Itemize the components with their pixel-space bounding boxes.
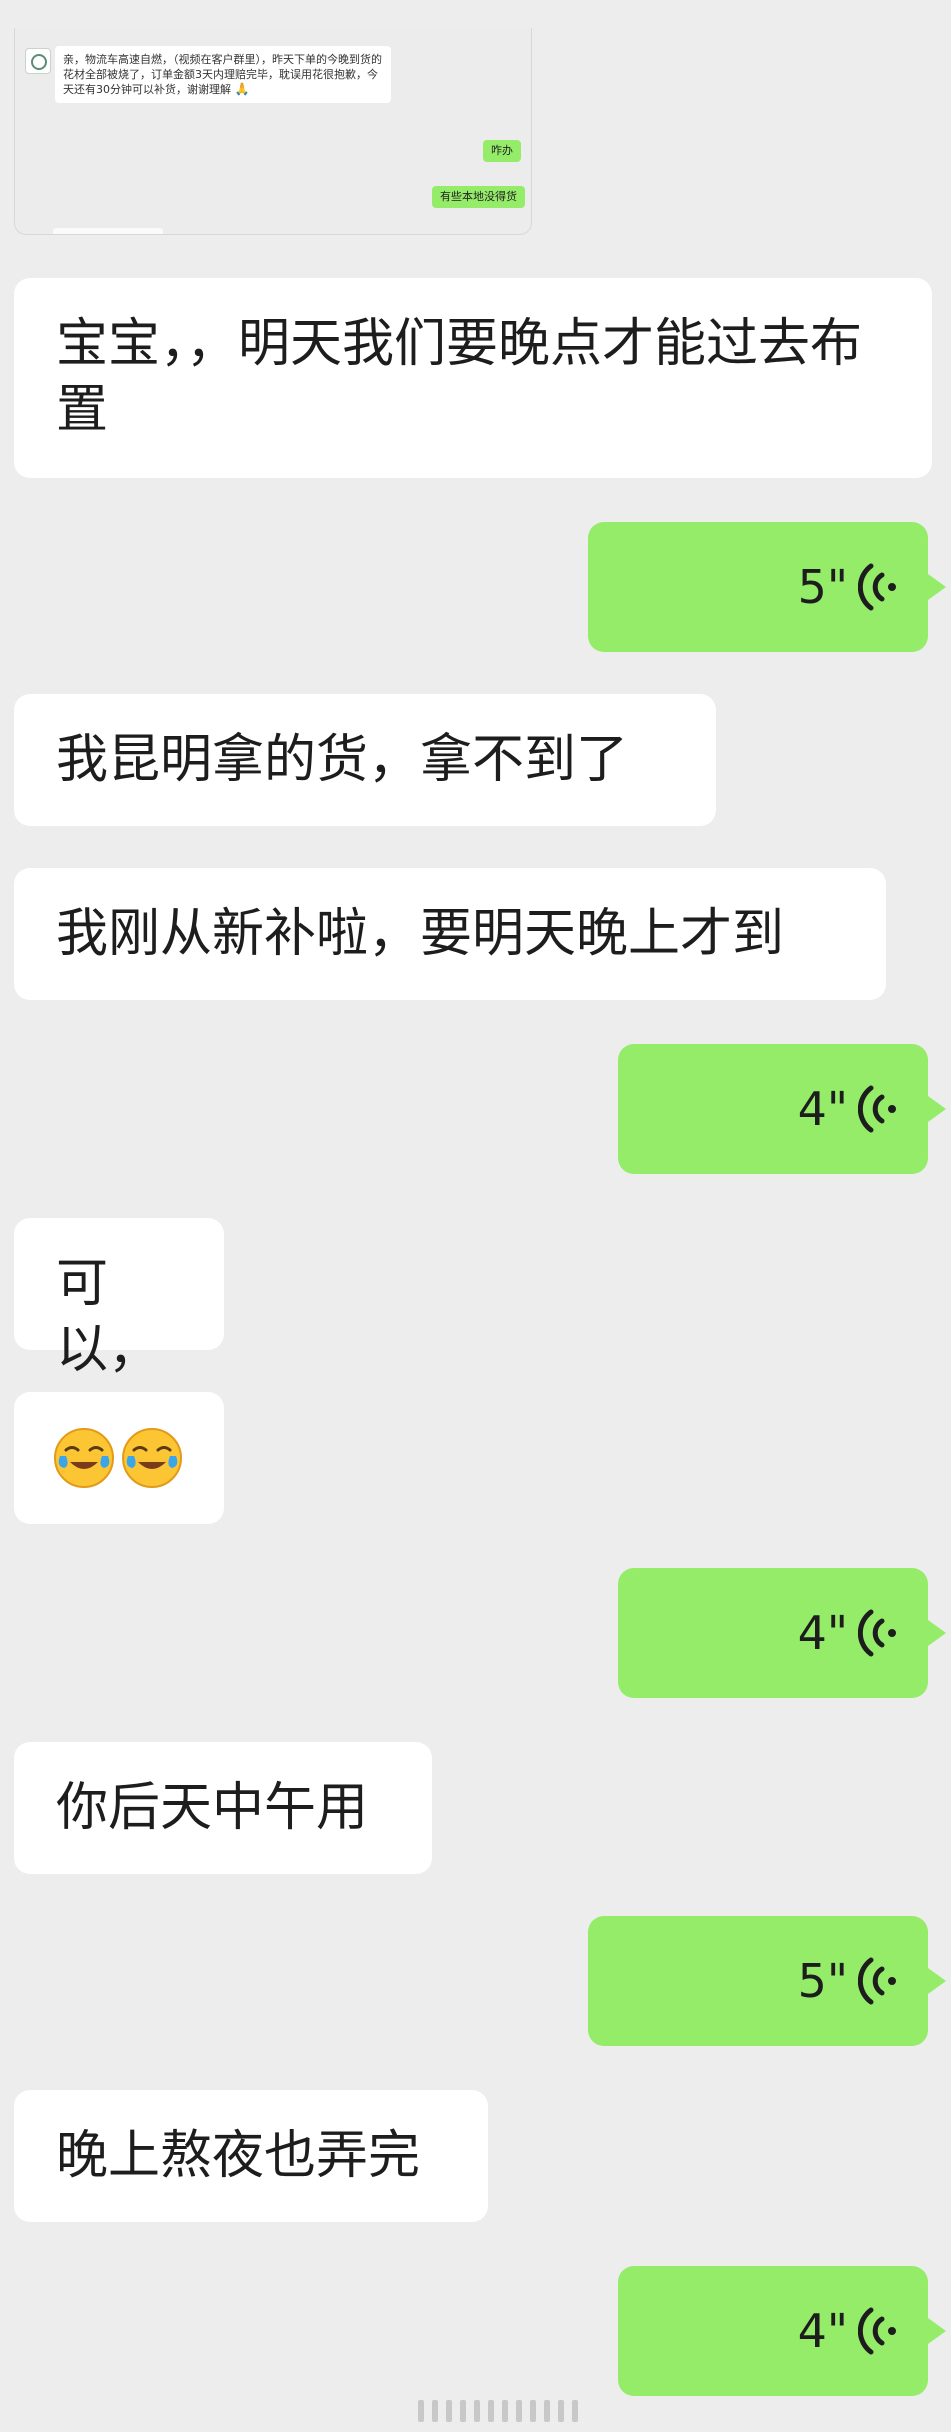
incoming-message[interactable]: 你后天中午用 bbox=[14, 1742, 432, 1874]
voice-duration: 5" bbox=[797, 1954, 848, 2008]
face-with-tears-of-joy-icon bbox=[54, 1428, 114, 1488]
incoming-emoji-message[interactable] bbox=[14, 1392, 224, 1524]
message-text: 晚上熬夜也弄完 bbox=[56, 2126, 421, 2186]
outgoing-voice-message[interactable]: 5" bbox=[588, 522, 946, 652]
incoming-message[interactable]: 我昆明拿的货，拿不到了 bbox=[14, 694, 716, 826]
incoming-message[interactable]: 宝宝，，明天我们要晚点才能过去布置 bbox=[14, 278, 932, 478]
sender-avatar-icon bbox=[25, 48, 51, 74]
chat-screen: 亲，物流车高速自燃，（视频在客户群里），昨天下单的今晚到货的花材全部被烧了，订单… bbox=[0, 0, 951, 2432]
outgoing-voice-message[interactable]: 5" bbox=[588, 1916, 946, 2046]
voice-duration: 4" bbox=[797, 1606, 848, 1660]
voice-duration: 4" bbox=[797, 1082, 848, 1136]
message-text: 宝宝，，明天我们要晚点才能过去布置 bbox=[56, 314, 863, 440]
embedded-screenshot[interactable]: 亲，物流车高速自燃，（视频在客户群里），昨天下单的今晚到货的花材全部被烧了，订单… bbox=[14, 28, 532, 235]
voice-duration: 5" bbox=[797, 560, 848, 614]
embedded-reply-1: 咋办 bbox=[483, 140, 521, 162]
incoming-message[interactable]: 我刚从新补啦，要明天晚上才到 bbox=[14, 868, 886, 1000]
embedded-notice-text: 亲，物流车高速自燃，（视频在客户群里），昨天下单的今晚到货的花材全部被烧了，订单… bbox=[63, 53, 382, 96]
outgoing-voice-message[interactable]: 4" bbox=[618, 2266, 946, 2396]
message-text: 你后天中午用 bbox=[56, 1778, 369, 1838]
voice-wave-icon bbox=[858, 563, 896, 611]
embedded-scroll-bar bbox=[53, 228, 163, 234]
voice-wave-icon bbox=[858, 2307, 896, 2355]
embedded-reply-2: 有些本地没得货 bbox=[432, 186, 525, 208]
incoming-message[interactable]: 可以， bbox=[14, 1218, 224, 1380]
message-text: 可以， bbox=[56, 1254, 161, 1380]
pray-emoji-icon: 🙏 bbox=[234, 82, 250, 96]
message-text: 我昆明拿的货，拿不到了 bbox=[56, 730, 629, 790]
face-with-tears-of-joy-icon bbox=[122, 1428, 182, 1488]
message-text: 我刚从新补啦，要明天晚上才到 bbox=[56, 904, 785, 964]
outgoing-voice-message[interactable]: 4" bbox=[618, 1568, 946, 1698]
voice-wave-icon bbox=[858, 1957, 896, 2005]
incoming-message[interactable]: 晚上熬夜也弄完 bbox=[14, 2090, 488, 2222]
voice-duration: 4" bbox=[797, 2304, 848, 2358]
embedded-notice-message: 亲，物流车高速自燃，（视频在客户群里），昨天下单的今晚到货的花材全部被烧了，订单… bbox=[55, 46, 391, 103]
voice-wave-icon bbox=[858, 1609, 896, 1657]
outgoing-voice-message[interactable]: 4" bbox=[618, 1044, 946, 1174]
watermark-bars bbox=[418, 2400, 578, 2422]
voice-wave-icon bbox=[858, 1085, 896, 1133]
